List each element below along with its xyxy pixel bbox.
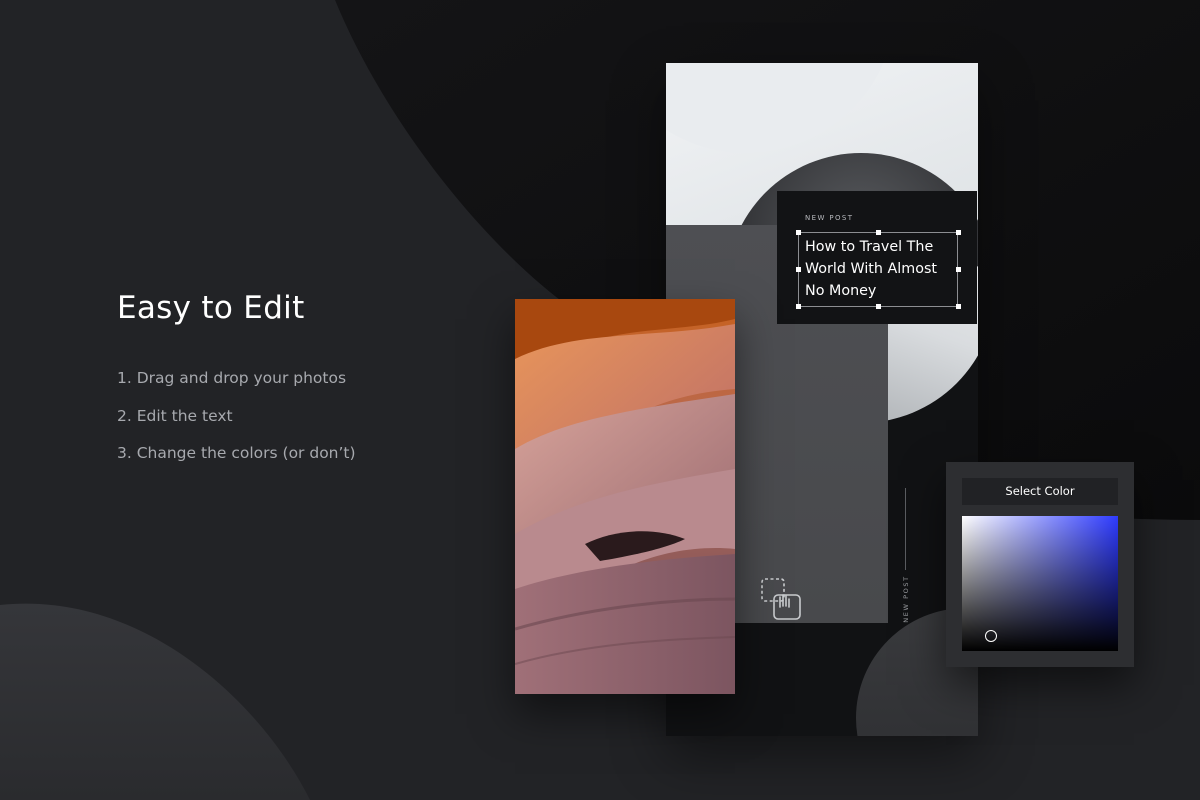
post-title[interactable]: How to Travel The World With Almost No M… (805, 236, 955, 302)
steps-list: 1. Drag and drop your photos 2. Edit the… (117, 368, 356, 481)
resize-handle[interactable] (956, 230, 961, 235)
card-top-arc (666, 63, 896, 153)
vertical-post-label: NEW POST (902, 575, 910, 623)
resize-handle[interactable] (876, 304, 881, 309)
resize-handle[interactable] (956, 267, 961, 272)
headline: Easy to Edit (117, 290, 305, 326)
canyon-photo-image (515, 299, 735, 694)
select-color-label: Select Color (962, 478, 1118, 505)
color-picker-panel: Select Color (946, 462, 1134, 667)
resize-handle[interactable] (876, 230, 881, 235)
text-panel: NEW POST How to Travel The World With Al… (777, 191, 977, 324)
resize-handle[interactable] (796, 267, 801, 272)
resize-handle[interactable] (796, 230, 801, 235)
canyon-photo[interactable] (515, 299, 735, 694)
resize-handle[interactable] (956, 304, 961, 309)
step-item: 2. Edit the text (117, 406, 233, 425)
post-label: NEW POST (805, 214, 854, 222)
vertical-divider (905, 488, 906, 570)
color-gradient-field[interactable] (962, 516, 1118, 651)
drag-and-drop-icon (761, 578, 801, 620)
step-item: 3. Change the colors (or don’t) (117, 444, 356, 462)
step-item: 1. Drag and drop your photos (117, 369, 347, 387)
resize-handle[interactable] (796, 304, 801, 309)
color-picker-knob[interactable] (985, 630, 997, 642)
